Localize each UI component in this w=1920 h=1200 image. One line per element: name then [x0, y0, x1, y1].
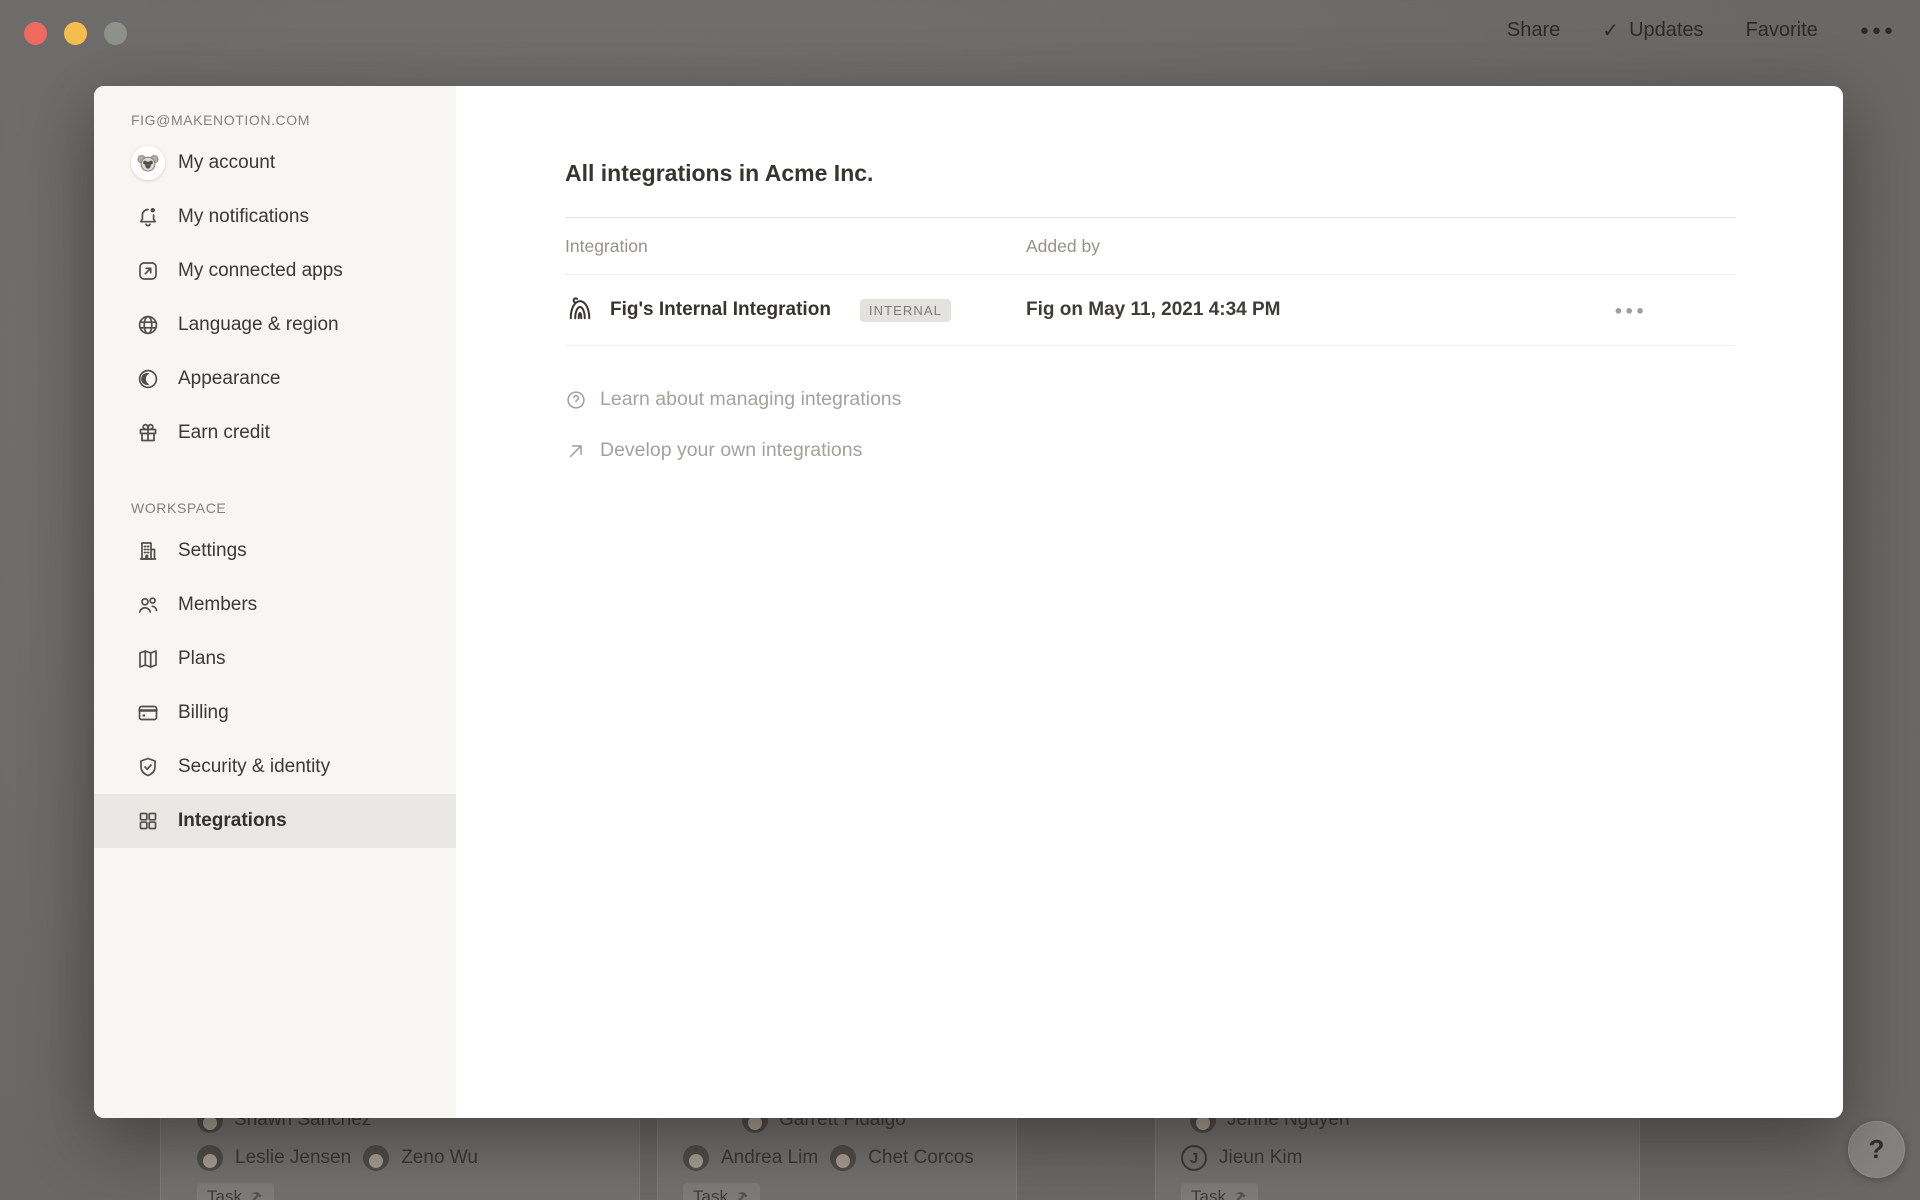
hammer-icon — [735, 1190, 750, 1200]
account-email-heading: FIG@MAKENOTION.COM — [131, 112, 456, 128]
sidebar-item-label: My notifications — [178, 206, 309, 228]
page-title: All integrations in Acme Inc. — [565, 160, 1843, 187]
person-name: Zeno Wu — [401, 1147, 478, 1169]
person-name: Leslie Jensen — [235, 1147, 351, 1169]
arrow-up-right-icon — [565, 440, 587, 462]
task-tag: Task — [197, 1183, 274, 1200]
sidebar-item-my-notifications[interactable]: My notifications — [94, 190, 456, 244]
learn-managing-integrations-link[interactable]: Learn about managing integrations — [565, 374, 1843, 425]
column-header-added-by: Added by — [1026, 236, 1100, 257]
sidebar-item-label: Language & region — [178, 314, 339, 336]
integrations-table: Integration Added by Fig's Internal Inte… — [565, 217, 1735, 346]
integration-name: Fig's Internal Integration — [610, 299, 831, 321]
help-circle-icon — [565, 389, 587, 411]
board-members: J Jieun Kim — [1181, 1145, 1302, 1171]
bell-icon — [131, 205, 165, 229]
globe-icon — [131, 313, 165, 337]
gift-icon — [131, 421, 165, 445]
link-label: Develop your own integrations — [600, 439, 862, 462]
traffic-lights — [24, 22, 127, 45]
person-name: Jieun Kim — [1219, 1147, 1302, 1169]
task-tag: Task — [683, 1183, 760, 1200]
hammer-icon — [249, 1190, 264, 1200]
person-name: Andrea Lim — [721, 1147, 818, 1169]
sidebar-item-my-account[interactable]: My account — [94, 136, 456, 190]
workspace-heading: WORKSPACE — [131, 500, 456, 516]
table-row[interactable]: Fig's Internal Integration INTERNAL Fig … — [565, 275, 1735, 346]
shield-check-icon — [131, 755, 165, 779]
sidebar-item-label: Settings — [178, 540, 247, 562]
sidebar-item-label: Security & identity — [178, 756, 330, 778]
hammer-icon — [1233, 1190, 1248, 1200]
table-header: Integration Added by — [565, 218, 1735, 275]
avatar — [363, 1145, 389, 1171]
added-by-value: Fig on May 11, 2021 4:34 PM — [1026, 299, 1281, 321]
avatar-letter-j: J — [1181, 1145, 1207, 1171]
sidebar-item-label: My connected apps — [178, 260, 343, 282]
arrow-box-icon — [131, 259, 165, 283]
sidebar-item-label: Appearance — [178, 368, 280, 390]
link-label: Learn about managing integrations — [600, 388, 901, 411]
check-icon: ✓ — [1602, 18, 1619, 43]
settings-sidebar: FIG@MAKENOTION.COM My a — [94, 86, 456, 1118]
sidebar-item-label: Plans — [178, 648, 226, 670]
sidebar-item-label: Members — [178, 594, 257, 616]
close-window-button[interactable] — [24, 22, 47, 45]
sidebar-item-plans[interactable]: Plans — [94, 632, 456, 686]
zoom-window-button[interactable] — [104, 22, 127, 45]
task-tag: Task — [1181, 1183, 1258, 1200]
more-options-icon[interactable]: ●●● — [1860, 22, 1896, 39]
board-members: Andrea Lim Chet Corcos — [683, 1145, 974, 1171]
minimize-window-button[interactable] — [64, 22, 87, 45]
favorite-button[interactable]: Favorite — [1746, 19, 1818, 42]
settings-modal: FIG@MAKENOTION.COM My a — [94, 86, 1843, 1118]
building-icon — [131, 539, 165, 563]
sidebar-item-integrations[interactable]: Integrations — [94, 794, 456, 848]
sidebar-item-language-region[interactable]: Language & region — [94, 298, 456, 352]
grid-icon — [131, 809, 165, 833]
internal-badge: INTERNAL — [860, 299, 951, 322]
sidebar-item-billing[interactable]: Billing — [94, 686, 456, 740]
fig-integration-logo-icon — [565, 293, 595, 328]
window-titlebar: Share ✓ Updates Favorite ●●● — [0, 0, 1920, 84]
column-header-integration: Integration — [565, 236, 1026, 257]
develop-your-own-integrations-link[interactable]: Develop your own integrations — [565, 425, 1843, 476]
board-card: Shawn Sanchez Leslie Jensen Zeno Wu Task — [160, 1104, 640, 1200]
map-icon — [131, 647, 165, 671]
integrations-panel: All integrations in Acme Inc. Integratio… — [456, 86, 1843, 1118]
sidebar-item-settings[interactable]: Settings — [94, 524, 456, 578]
help-button[interactable]: ? — [1848, 1121, 1905, 1178]
avatar — [197, 1145, 223, 1171]
sidebar-item-label: Earn credit — [178, 422, 270, 444]
board-card: Garrett Fidalgo Andrea Lim Chet Corcos T… — [657, 1104, 1017, 1200]
board-members: Leslie Jensen Zeno Wu — [197, 1145, 478, 1171]
koala-avatar-icon — [131, 146, 165, 180]
people-icon — [131, 593, 165, 617]
updates-button[interactable]: ✓ Updates — [1602, 18, 1703, 43]
sidebar-item-label: Billing — [178, 702, 229, 724]
sidebar-item-appearance[interactable]: Appearance — [94, 352, 456, 406]
sidebar-item-my-connected-apps[interactable]: My connected apps — [94, 244, 456, 298]
person-name: Chet Corcos — [868, 1147, 974, 1169]
sidebar-item-earn-credit[interactable]: Earn credit — [94, 406, 456, 460]
credit-card-icon — [131, 701, 165, 725]
sidebar-item-members[interactable]: Members — [94, 578, 456, 632]
row-more-options-icon[interactable]: ●●● — [1614, 303, 1647, 318]
avatar — [683, 1145, 709, 1171]
board-card: Jenne Nguyen J Jieun Kim Task — [1155, 1104, 1640, 1200]
sidebar-item-label: My account — [178, 152, 275, 174]
sidebar-item-label: Integrations — [178, 810, 287, 832]
share-button[interactable]: Share — [1507, 19, 1560, 42]
moon-icon — [131, 367, 165, 391]
avatar — [830, 1145, 856, 1171]
sidebar-item-security-identity[interactable]: Security & identity — [94, 740, 456, 794]
